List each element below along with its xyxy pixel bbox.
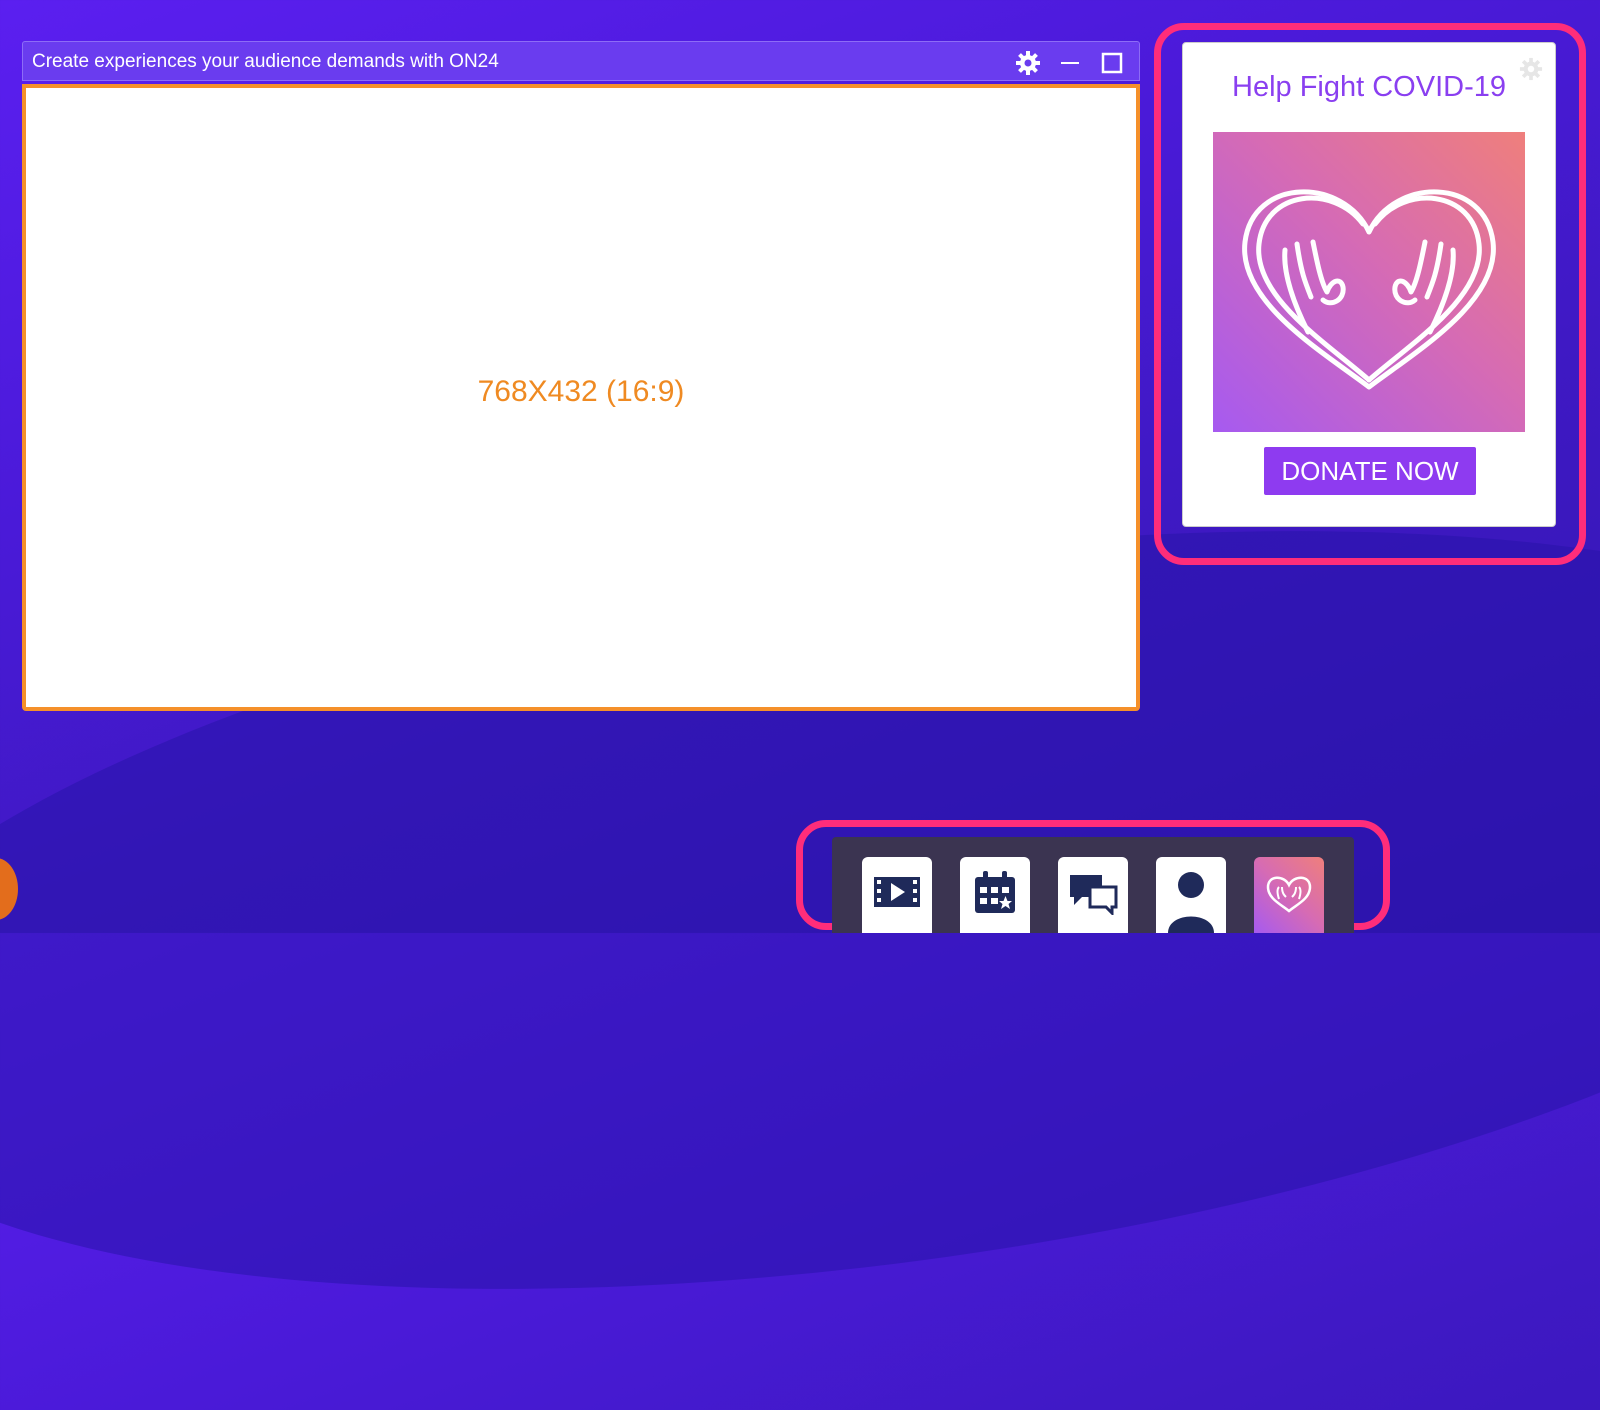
donate-widget: Help Fight COVID-19 DONATE NOW	[1182, 42, 1556, 527]
player-title: Create experiences your audience demands…	[32, 51, 499, 72]
dock-item-video[interactable]	[862, 857, 932, 933]
dock-item-calendar[interactable]	[960, 857, 1030, 933]
heart-hands-icon	[1242, 189, 1496, 390]
minimize-icon[interactable]	[1057, 50, 1083, 76]
heart-hands-image	[1213, 132, 1525, 432]
video-area[interactable]: 768X432 (16:9)	[22, 84, 1140, 711]
person-icon	[1168, 872, 1214, 933]
player-title-bar: Create experiences your audience demands…	[22, 41, 1140, 81]
dock-item-donate[interactable]	[1254, 857, 1324, 933]
donate-now-button[interactable]: DONATE NOW	[1264, 447, 1476, 495]
bottom-dock	[832, 837, 1354, 933]
gear-icon[interactable]	[1015, 50, 1041, 76]
widget-title: Help Fight COVID-19	[1232, 71, 1506, 103]
video-icon	[874, 877, 920, 907]
calendar-icon	[975, 871, 1015, 913]
dock-item-chat[interactable]	[1058, 857, 1128, 933]
maximize-icon[interactable]	[1099, 50, 1125, 76]
dock-item-profile[interactable]	[1156, 857, 1226, 933]
chat-icon	[1070, 875, 1118, 915]
player-placeholder-label: 768X432 (16:9)	[477, 375, 685, 408]
media-player-window: Create experiences your audience demands…	[22, 41, 1140, 711]
heart-hands-icon	[1266, 876, 1312, 913]
